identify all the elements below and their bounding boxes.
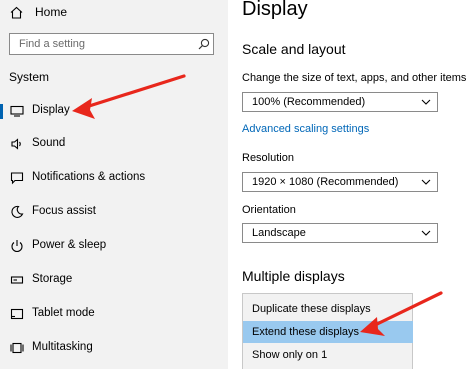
sidebar-item-label: Sound <box>32 137 66 149</box>
chevron-down-icon <box>421 230 431 236</box>
moon-icon <box>11 205 24 218</box>
monitor-icon <box>10 105 24 117</box>
option-label: Duplicate these displays <box>252 303 371 315</box>
main-panel: Display Scale and layout Change the size… <box>228 0 474 369</box>
orientation-label: Orientation <box>242 204 296 216</box>
selection-indicator <box>0 104 3 119</box>
tablet-icon <box>10 308 24 320</box>
scale-label: Change the size of text, apps, and other… <box>242 72 467 84</box>
resolution-dropdown[interactable]: 1920 × 1080 (Recommended) <box>242 172 438 192</box>
option-label: Extend these displays <box>252 326 360 338</box>
chevron-down-icon <box>421 99 431 105</box>
sidebar: Home System Display Sound Notifications … <box>0 0 228 369</box>
section-title: System <box>9 70 50 84</box>
option-label: Show only on 1 <box>252 349 328 361</box>
storage-icon <box>10 276 24 284</box>
sidebar-item-tablet-mode[interactable]: Tablet mode <box>0 304 228 324</box>
sidebar-item-label: Multitasking <box>32 341 93 353</box>
page-title: Display <box>242 0 308 20</box>
option-extend-displays[interactable]: Extend these displays <box>243 321 413 343</box>
home-link[interactable]: Home <box>10 3 67 21</box>
option-duplicate-displays[interactable]: Duplicate these displays <box>243 298 413 320</box>
chevron-down-icon <box>421 179 431 185</box>
sidebar-item-label: Tablet mode <box>32 307 95 319</box>
scale-heading: Scale and layout <box>242 41 346 57</box>
sidebar-item-label: Display <box>32 104 70 116</box>
sidebar-item-focus-assist[interactable]: Focus assist <box>0 202 228 222</box>
scale-dropdown[interactable]: 100% (Recommended) <box>242 92 438 112</box>
search-box[interactable] <box>9 33 214 55</box>
sidebar-item-power-sleep[interactable]: Power & sleep <box>0 236 228 256</box>
power-icon <box>11 240 23 253</box>
sidebar-item-sound[interactable]: Sound <box>0 134 228 154</box>
notification-icon <box>10 172 24 185</box>
multiple-displays-dropdown-list: Duplicate these displays Extend these di… <box>242 293 413 369</box>
sidebar-item-label: Focus assist <box>32 205 96 217</box>
resolution-label: Resolution <box>242 152 294 164</box>
scale-value: 100% (Recommended) <box>252 96 366 108</box>
option-show-only-on-1[interactable]: Show only on 1 <box>243 344 413 366</box>
multiple-displays-heading: Multiple displays <box>242 268 345 284</box>
sidebar-item-multitasking[interactable]: Multitasking <box>0 338 228 358</box>
multitasking-icon <box>10 342 24 354</box>
search-input[interactable] <box>10 34 199 54</box>
advanced-scaling-link[interactable]: Advanced scaling settings <box>242 123 369 135</box>
sidebar-item-notifications[interactable]: Notifications & actions <box>0 168 228 188</box>
home-label: Home <box>35 5 68 19</box>
sidebar-item-storage[interactable]: Storage <box>0 270 228 290</box>
search-icon[interactable] <box>198 38 210 50</box>
orientation-dropdown[interactable]: Landscape <box>242 223 438 243</box>
sidebar-item-label: Notifications & actions <box>32 171 146 183</box>
sidebar-item-label: Power & sleep <box>32 239 107 251</box>
speaker-icon <box>11 138 21 150</box>
sidebar-item-label: Storage <box>32 273 73 285</box>
resolution-value: 1920 × 1080 (Recommended) <box>252 176 399 188</box>
orientation-value: Landscape <box>252 227 306 239</box>
home-icon <box>10 6 23 19</box>
sidebar-item-display[interactable]: Display <box>0 101 228 121</box>
